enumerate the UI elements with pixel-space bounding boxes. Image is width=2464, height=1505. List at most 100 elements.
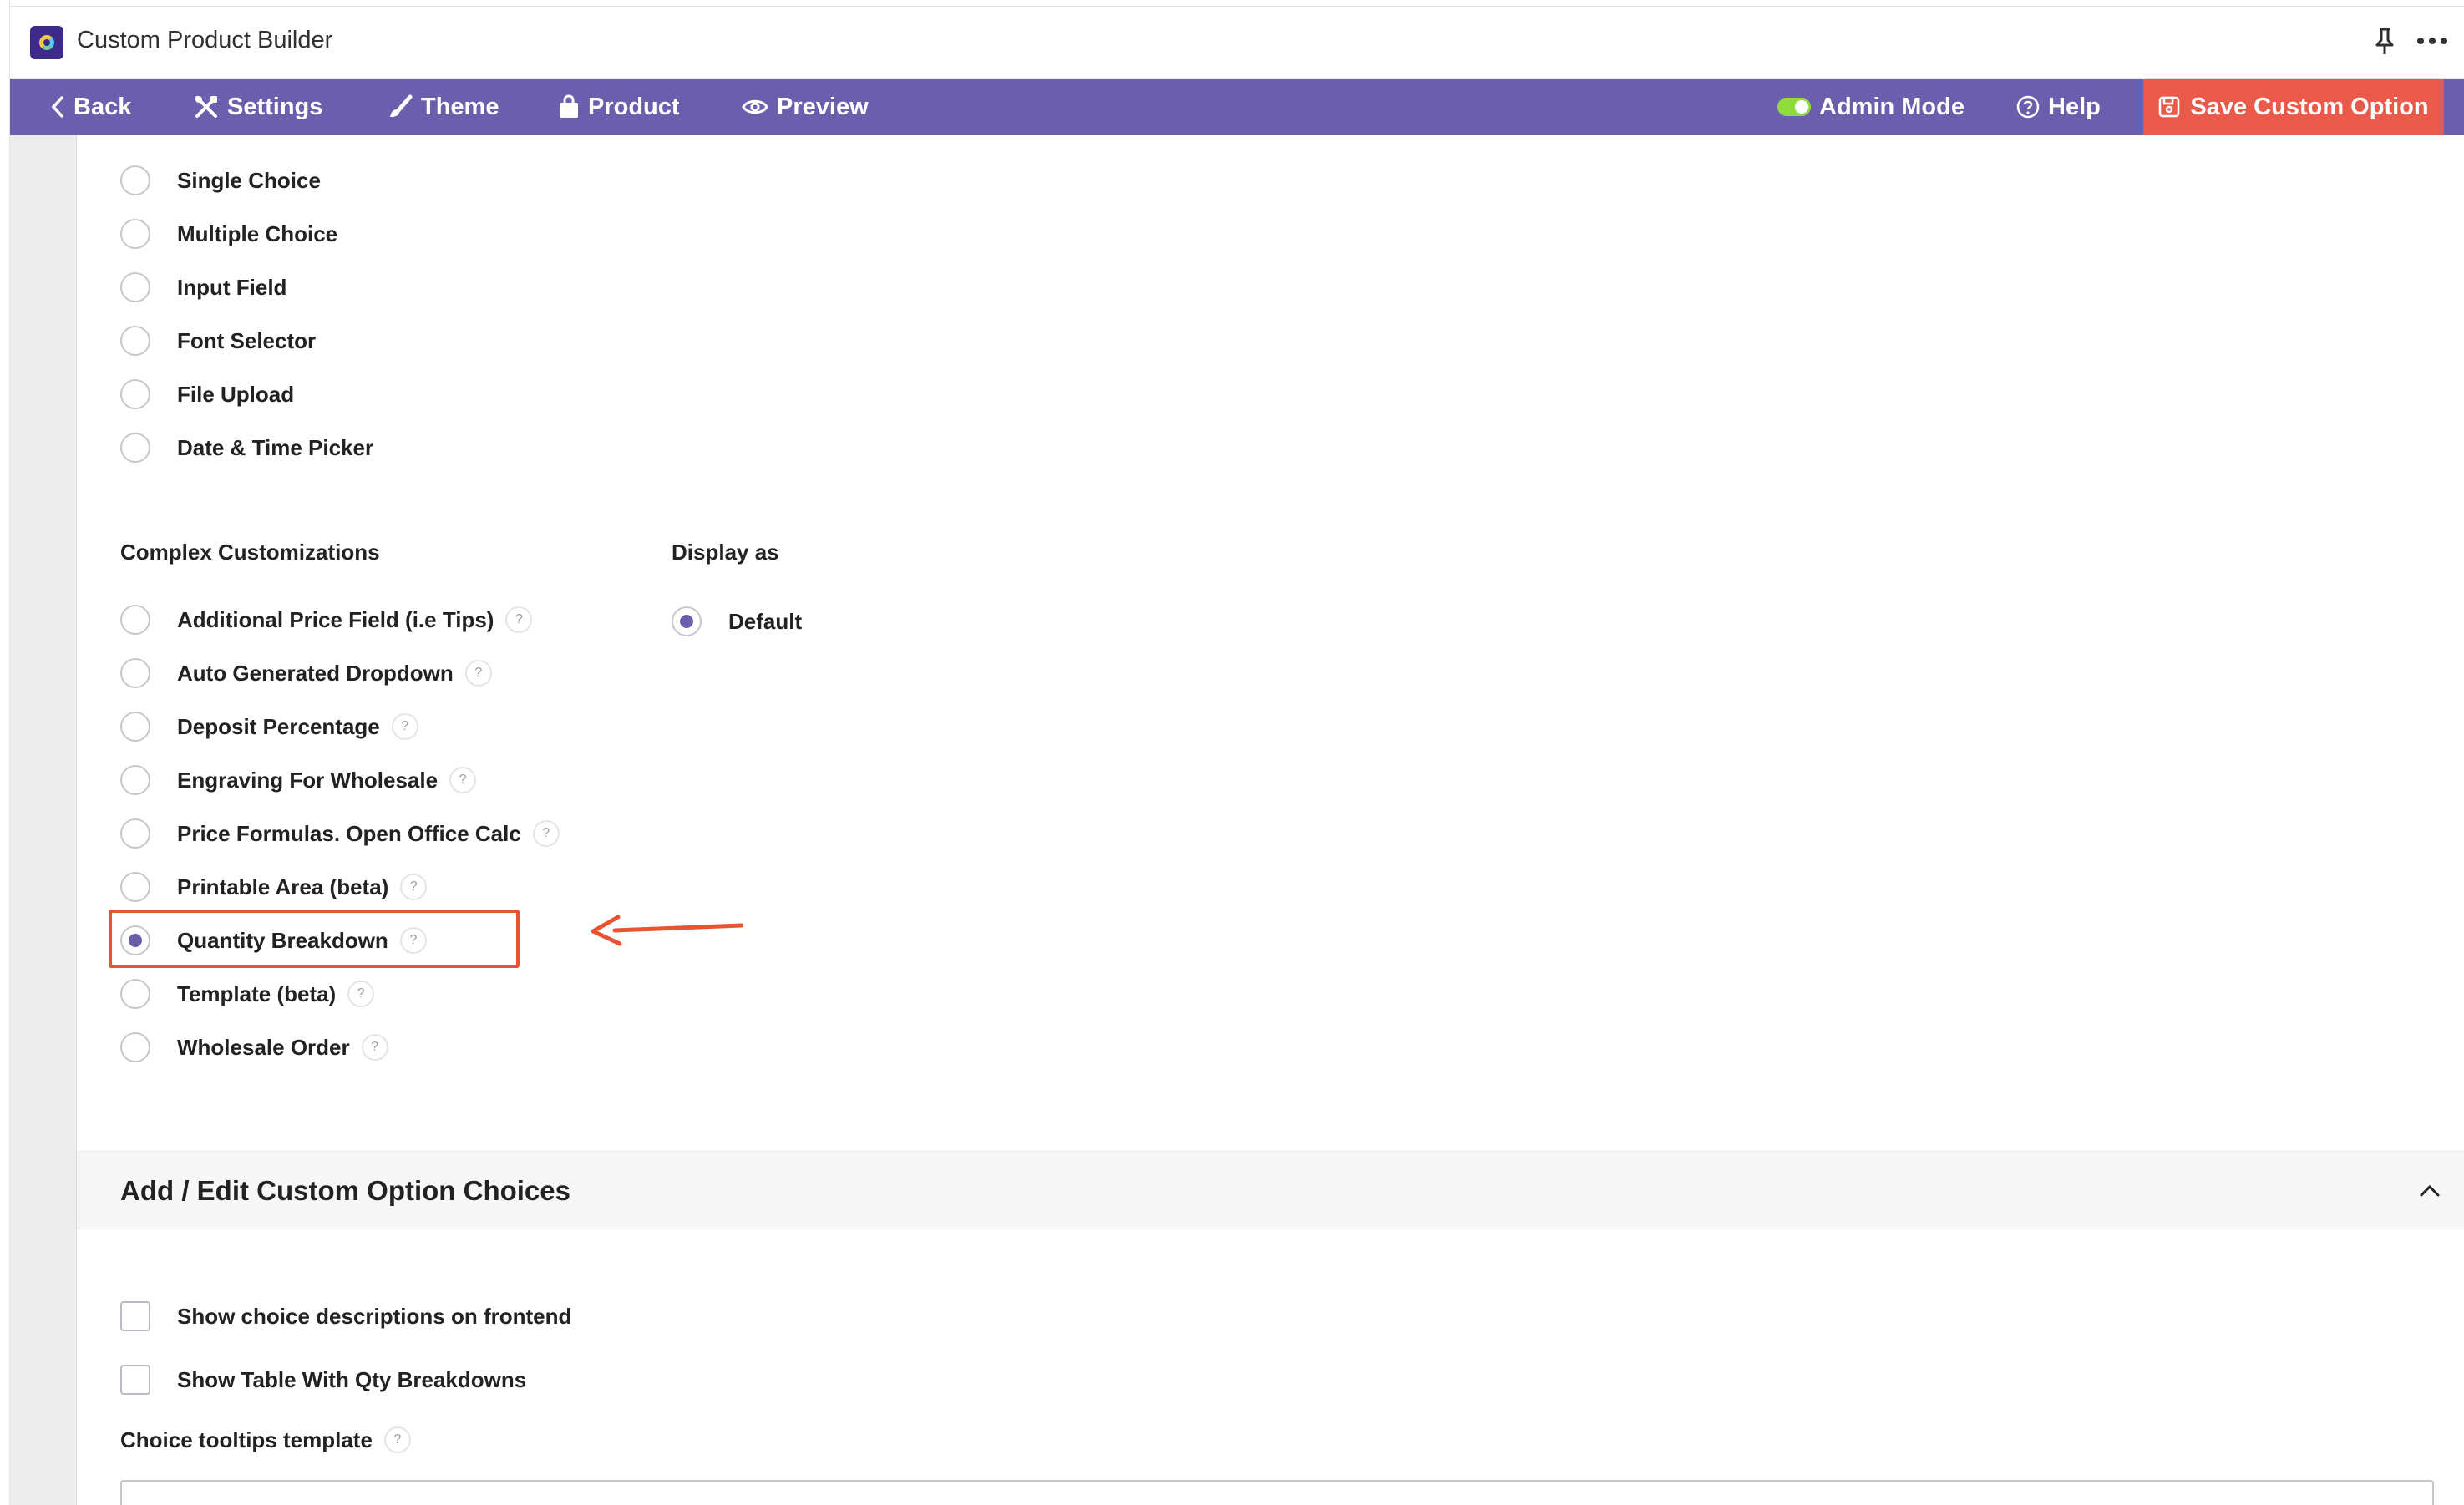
app-logo-icon: [30, 26, 63, 59]
option-label: Single Choice: [177, 167, 321, 193]
show-table-checkbox[interactable]: [120, 1365, 150, 1395]
help-tooltip-icon[interactable]: ?: [464, 660, 492, 687]
back-label: Back: [74, 93, 132, 120]
option-file-upload[interactable]: File Upload: [120, 378, 294, 411]
show-descriptions-checkbox[interactable]: [120, 1301, 150, 1331]
more-options-icon[interactable]: [2414, 28, 2451, 53]
option-single-choice[interactable]: Single Choice: [120, 164, 321, 197]
option-label: Template (beta): [177, 981, 337, 1006]
option-template[interactable]: Template (beta) ?: [120, 977, 375, 1011]
radio-auto-generated-dropdown[interactable]: [120, 658, 150, 688]
admin-mode-toggle[interactable]: Admin Mode: [1777, 79, 1965, 135]
preview-label: Preview: [777, 93, 869, 120]
settings-label: Settings: [227, 93, 323, 120]
show-descriptions-label: Show choice descriptions on frontend: [177, 1303, 572, 1329]
help-tooltip-icon[interactable]: ?: [347, 981, 375, 1007]
brush-icon: [390, 94, 413, 117]
option-label: Price Formulas. Open Office Calc: [177, 820, 521, 846]
option-label: Multiple Choice: [177, 220, 338, 246]
radio-file-upload[interactable]: [120, 379, 150, 409]
question-circle-icon: [2016, 95, 2040, 119]
preview-button[interactable]: Preview: [742, 79, 869, 135]
settings-button[interactable]: Settings: [194, 79, 322, 135]
save-custom-option-button[interactable]: Save Custom Option: [2143, 79, 2444, 135]
annotation-highlight-box: [109, 910, 520, 968]
chevron-left-icon: [51, 96, 63, 118]
complex-customizations-heading: Complex Customizations: [120, 540, 380, 565]
radio-engraving-for-wholesale[interactable]: [120, 765, 150, 795]
option-auto-generated-dropdown[interactable]: Auto Generated Dropdown ?: [120, 656, 492, 690]
option-date-time-picker[interactable]: Date & Time Picker: [120, 431, 373, 464]
option-label: Printable Area (beta): [177, 874, 389, 899]
pin-icon[interactable]: [2372, 27, 2397, 57]
choices-panel-title: Add / Edit Custom Option Choices: [120, 1175, 570, 1206]
chevron-up-icon[interactable]: [2417, 1178, 2442, 1203]
choices-panel-header[interactable]: Add / Edit Custom Option Choices: [77, 1151, 2464, 1229]
window-top-strip: [0, 0, 2464, 7]
help-tooltip-icon[interactable]: ?: [449, 767, 477, 793]
display-as-default-option[interactable]: Default: [672, 605, 802, 638]
show-table-label: Show Table With Qty Breakdowns: [177, 1366, 527, 1392]
help-tooltip-icon[interactable]: ?: [532, 820, 560, 847]
show-descriptions-option[interactable]: Show choice descriptions on frontend: [120, 1300, 571, 1333]
option-label: Engraving For Wholesale: [177, 767, 439, 793]
option-deposit-percentage[interactable]: Deposit Percentage ?: [120, 710, 418, 743]
help-label: Help: [2048, 93, 2101, 120]
option-label: Date & Time Picker: [177, 434, 374, 460]
option-label: Additional Price Field (i.e Tips): [177, 606, 494, 632]
tooltips-template-input[interactable]: [120, 1480, 2434, 1505]
tooltips-template-label: Choice tooltips template: [120, 1426, 373, 1452]
help-tooltip-icon[interactable]: ?: [400, 874, 428, 900]
radio-date-time-picker[interactable]: [120, 433, 150, 463]
admin-mode-label: Admin Mode: [1819, 93, 1965, 120]
main-navbar: Back Settings Theme Product Preview Admi…: [10, 79, 2464, 135]
option-additional-price-field[interactable]: Additional Price Field (i.e Tips) ?: [120, 603, 533, 636]
display-as-heading: Display as: [672, 540, 779, 565]
option-price-formulas[interactable]: Price Formulas. Open Office Calc ?: [120, 817, 560, 850]
app-titlebar: Custom Product Builder: [10, 7, 2464, 79]
radio-font-selector[interactable]: [120, 326, 150, 356]
window-left-gutter: [0, 0, 10, 1505]
option-font-selector[interactable]: Font Selector: [120, 324, 316, 357]
theme-button[interactable]: Theme: [388, 79, 499, 135]
radio-single-choice[interactable]: [120, 165, 150, 195]
shopping-bag-icon: [560, 94, 578, 118]
tooltips-template-label-row: Choice tooltips template ?: [120, 1423, 411, 1457]
product-label: Product: [588, 93, 680, 120]
option-label: Auto Generated Dropdown: [177, 660, 454, 686]
radio-printable-area[interactable]: [120, 872, 150, 902]
display-as-option-label: Default: [728, 608, 803, 634]
radio-wholesale-order[interactable]: [120, 1032, 150, 1062]
radio-input-field[interactable]: [120, 272, 150, 302]
help-tooltip-icon[interactable]: ?: [505, 606, 533, 633]
show-table-option[interactable]: Show Table With Qty Breakdowns: [120, 1363, 526, 1396]
theme-label: Theme: [421, 93, 499, 120]
help-tooltip-icon[interactable]: ?: [361, 1034, 388, 1061]
option-label: Font Selector: [177, 327, 317, 353]
eye-icon: [742, 99, 768, 114]
option-engraving-for-wholesale[interactable]: Engraving For Wholesale ?: [120, 763, 477, 797]
radio-template[interactable]: [120, 979, 150, 1009]
help-button[interactable]: Help: [2016, 79, 2101, 135]
option-label: File Upload: [177, 381, 295, 407]
radio-additional-price-field[interactable]: [120, 605, 150, 635]
product-button[interactable]: Product: [558, 79, 680, 135]
option-label: Wholesale Order: [177, 1034, 350, 1060]
back-button[interactable]: Back: [50, 79, 131, 135]
option-multiple-choice[interactable]: Multiple Choice: [120, 217, 337, 251]
radio-price-formulas[interactable]: [120, 818, 150, 849]
radio-display-default[interactable]: [672, 606, 702, 636]
option-label: Deposit Percentage: [177, 713, 380, 739]
annotation-arrow-icon: [591, 915, 743, 946]
option-wholesale-order[interactable]: Wholesale Order ?: [120, 1031, 388, 1064]
option-printable-area[interactable]: Printable Area (beta) ?: [120, 870, 428, 904]
help-tooltip-icon[interactable]: ?: [383, 1426, 411, 1453]
radio-multiple-choice[interactable]: [120, 219, 150, 249]
option-input-field[interactable]: Input Field: [120, 271, 286, 304]
left-sidebar-band: [10, 135, 77, 1505]
radio-deposit-percentage[interactable]: [120, 712, 150, 742]
save-label: Save Custom Option: [2190, 93, 2429, 120]
help-tooltip-icon[interactable]: ?: [391, 713, 418, 740]
option-label: Input Field: [177, 274, 287, 300]
floppy-disk-icon: [2159, 96, 2180, 118]
